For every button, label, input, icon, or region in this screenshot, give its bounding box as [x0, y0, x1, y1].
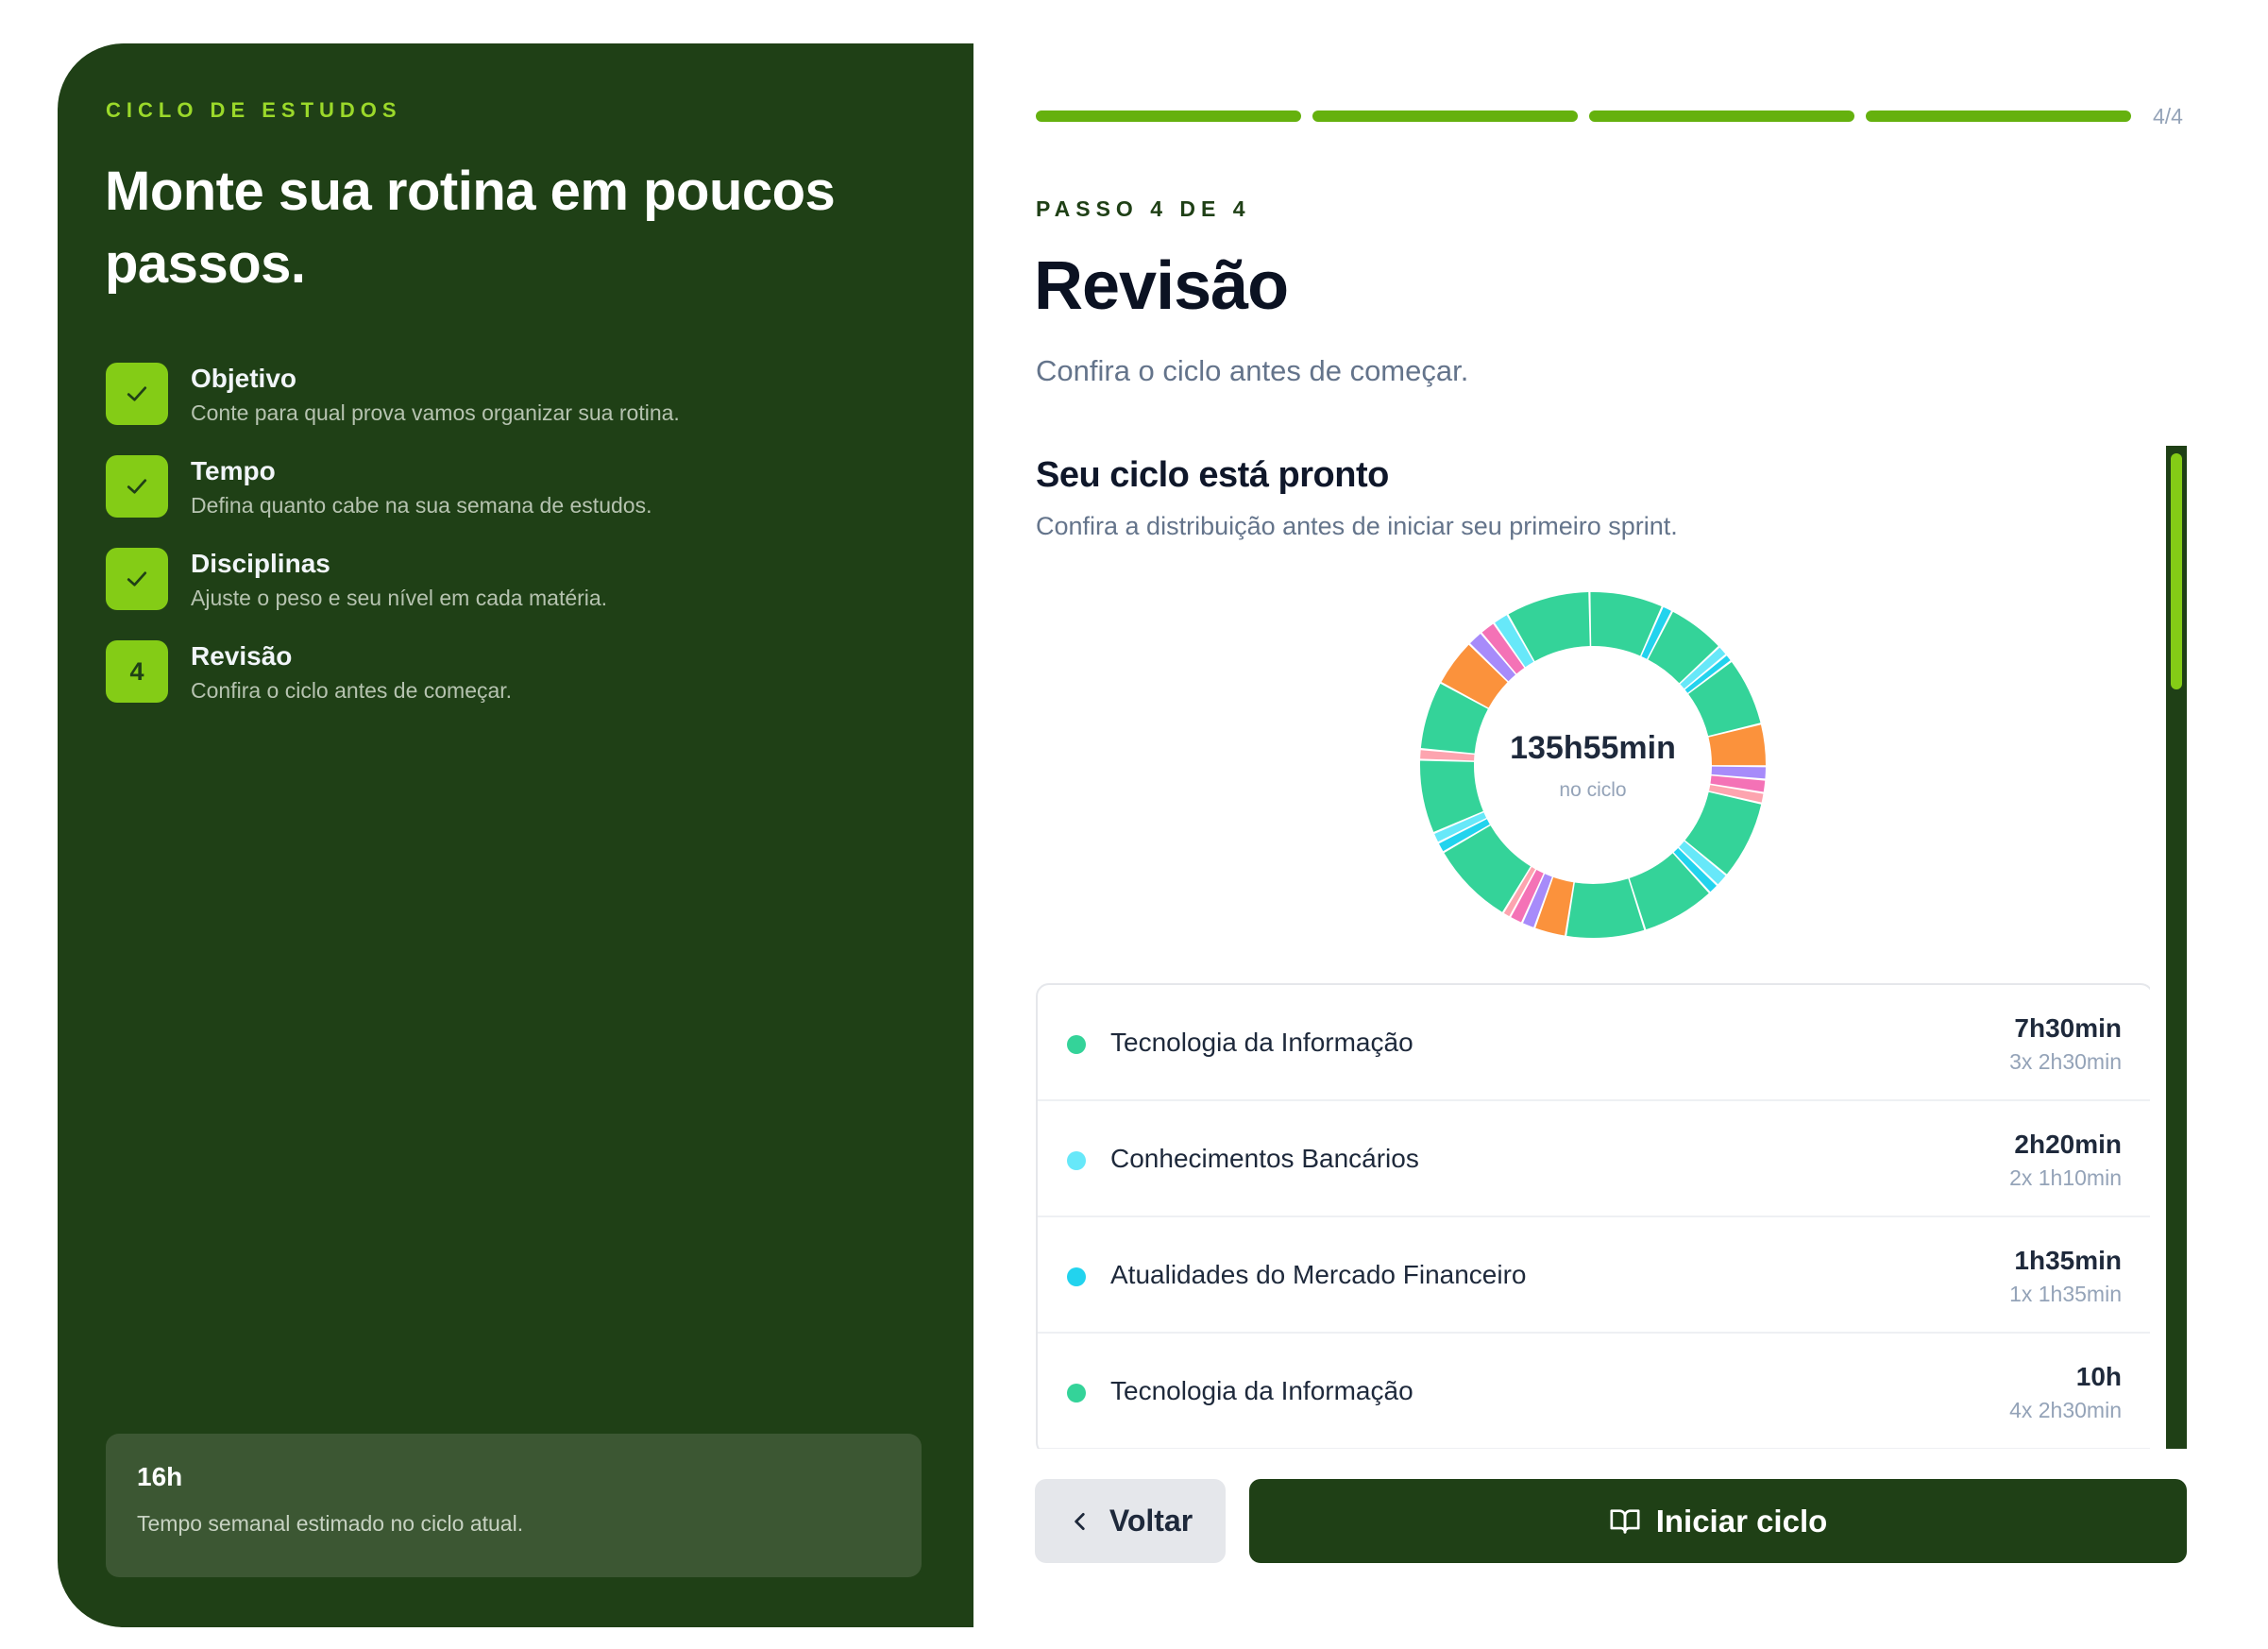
subject-split: 4x 2h30min [2009, 1398, 2122, 1422]
step-label: PASSO 4 DE 4 [1036, 196, 1251, 221]
page-title: Revisão [1034, 248, 1289, 324]
check-icon [127, 571, 147, 586]
step-item-tempo: Tempo Defina quanto cabe na sua semana d… [106, 455, 937, 548]
step-name: Tempo [191, 456, 276, 485]
back-button-label: Voltar [1109, 1504, 1193, 1538]
progress-segment [1312, 110, 1578, 122]
subject-total: 10h [2075, 1362, 2122, 1391]
step-done-badge [106, 455, 168, 518]
cycle-donut-chart: 135h55min no ciclo [1418, 590, 1768, 940]
weekly-hours-caption: Tempo semanal estimado no ciclo atual. [137, 1511, 524, 1536]
start-cycle-button[interactable]: Iniciar ciclo [1249, 1479, 2187, 1563]
book-open-icon [1610, 1508, 1640, 1534]
subject-color-dot [1067, 1384, 1086, 1402]
start-cycle-label: Iniciar ciclo [1655, 1503, 1828, 1538]
card-title: Seu ciclo está pronto [1036, 455, 1389, 495]
step-description: Conte para qual prova vamos organizar su… [191, 400, 680, 425]
progress-segment [1866, 110, 2131, 122]
sidebar-title: Monte sua rotina em poucos passos. [105, 161, 836, 295]
scrollbar-thumb[interactable] [2171, 453, 2182, 689]
check-icon [127, 479, 147, 494]
donut-total: 135h55min [1510, 730, 1676, 766]
back-button[interactable]: Voltar [1035, 1479, 1226, 1563]
step-name: Revisão [191, 641, 293, 671]
step-description: Confira o ciclo antes de começar. [191, 678, 513, 703]
sidebar-eyebrow: CICLO DE ESTUDOS [106, 98, 402, 122]
subject-list: Tecnologia da Informação 7h30min 3x 2h30… [1036, 983, 2150, 1449]
step-done-badge [106, 548, 168, 610]
progress-segment [1036, 110, 1301, 122]
weekly-hours: 16h [137, 1462, 183, 1491]
list-item: Atualidades do Mercado Financeiro 1h35mi… [1038, 1217, 2150, 1334]
subject-name: Tecnologia da Informação [1110, 1376, 1413, 1405]
review-scroll-area[interactable]: Seu ciclo está pronto Confira a distribu… [1036, 444, 2150, 1449]
donut-caption: no ciclo [1559, 779, 1627, 801]
step-description: Ajuste o peso e seu nível em cada matéri… [191, 586, 608, 610]
subject-color-dot [1067, 1151, 1086, 1170]
weekly-summary-card: 16h Tempo semanal estimado no ciclo atua… [106, 1434, 922, 1577]
progress-bar [1036, 110, 2131, 122]
scrollbar[interactable] [2166, 446, 2187, 1449]
subject-total: 2h20min [2014, 1130, 2122, 1159]
subject-total: 7h30min [2014, 1013, 2122, 1043]
page-subtitle: Confira o ciclo antes de começar. [1036, 354, 1469, 387]
step-done-badge [106, 363, 168, 425]
step-name: Objetivo [191, 364, 297, 393]
step-list: Objetivo Conte para qual prova vamos org… [106, 363, 937, 733]
list-item: Conhecimentos Bancários 2h20min 2x 1h10m… [1038, 1101, 2150, 1217]
subject-name: Tecnologia da Informação [1110, 1028, 1413, 1057]
step-description: Defina quanto cabe na sua semana de estu… [191, 493, 652, 518]
list-item: Tecnologia da Informação 7h30min 3x 2h30… [1038, 985, 2150, 1101]
card-subtitle: Confira a distribuição antes de iniciar … [1036, 512, 1678, 540]
subject-name: Conhecimentos Bancários [1110, 1144, 1419, 1173]
subject-split: 1x 1h35min [2009, 1282, 2122, 1306]
check-icon [127, 386, 147, 401]
step-item-disciplinas: Disciplinas Ajuste o peso e seu nível em… [106, 548, 937, 640]
subject-color-dot [1067, 1035, 1086, 1054]
progress-count: 4/4 [2153, 104, 2183, 128]
step-item-revisao: 4 Revisão Confira o ciclo antes de começ… [106, 640, 937, 733]
progress-segment [1589, 110, 1854, 122]
subject-total: 1h35min [2014, 1246, 2122, 1275]
donut-segment [1566, 878, 1645, 938]
step-number-badge: 4 [106, 640, 168, 703]
donut-segment [1629, 853, 1709, 930]
step-name: Disciplinas [191, 549, 330, 578]
subject-color-dot [1067, 1267, 1086, 1286]
chevron-left-icon [1075, 1512, 1085, 1530]
list-item: Tecnologia da Informação 10h 4x 2h30min [1038, 1334, 2150, 1449]
subject-name: Atualidades do Mercado Financeiro [1110, 1260, 1527, 1289]
subject-split: 3x 2h30min [2009, 1049, 2122, 1074]
sidebar-panel: CICLO DE ESTUDOS Monte sua rotina em pou… [58, 43, 973, 1627]
step-item-objetivo: Objetivo Conte para qual prova vamos org… [106, 363, 937, 455]
subject-split: 2x 1h10min [2009, 1165, 2122, 1190]
